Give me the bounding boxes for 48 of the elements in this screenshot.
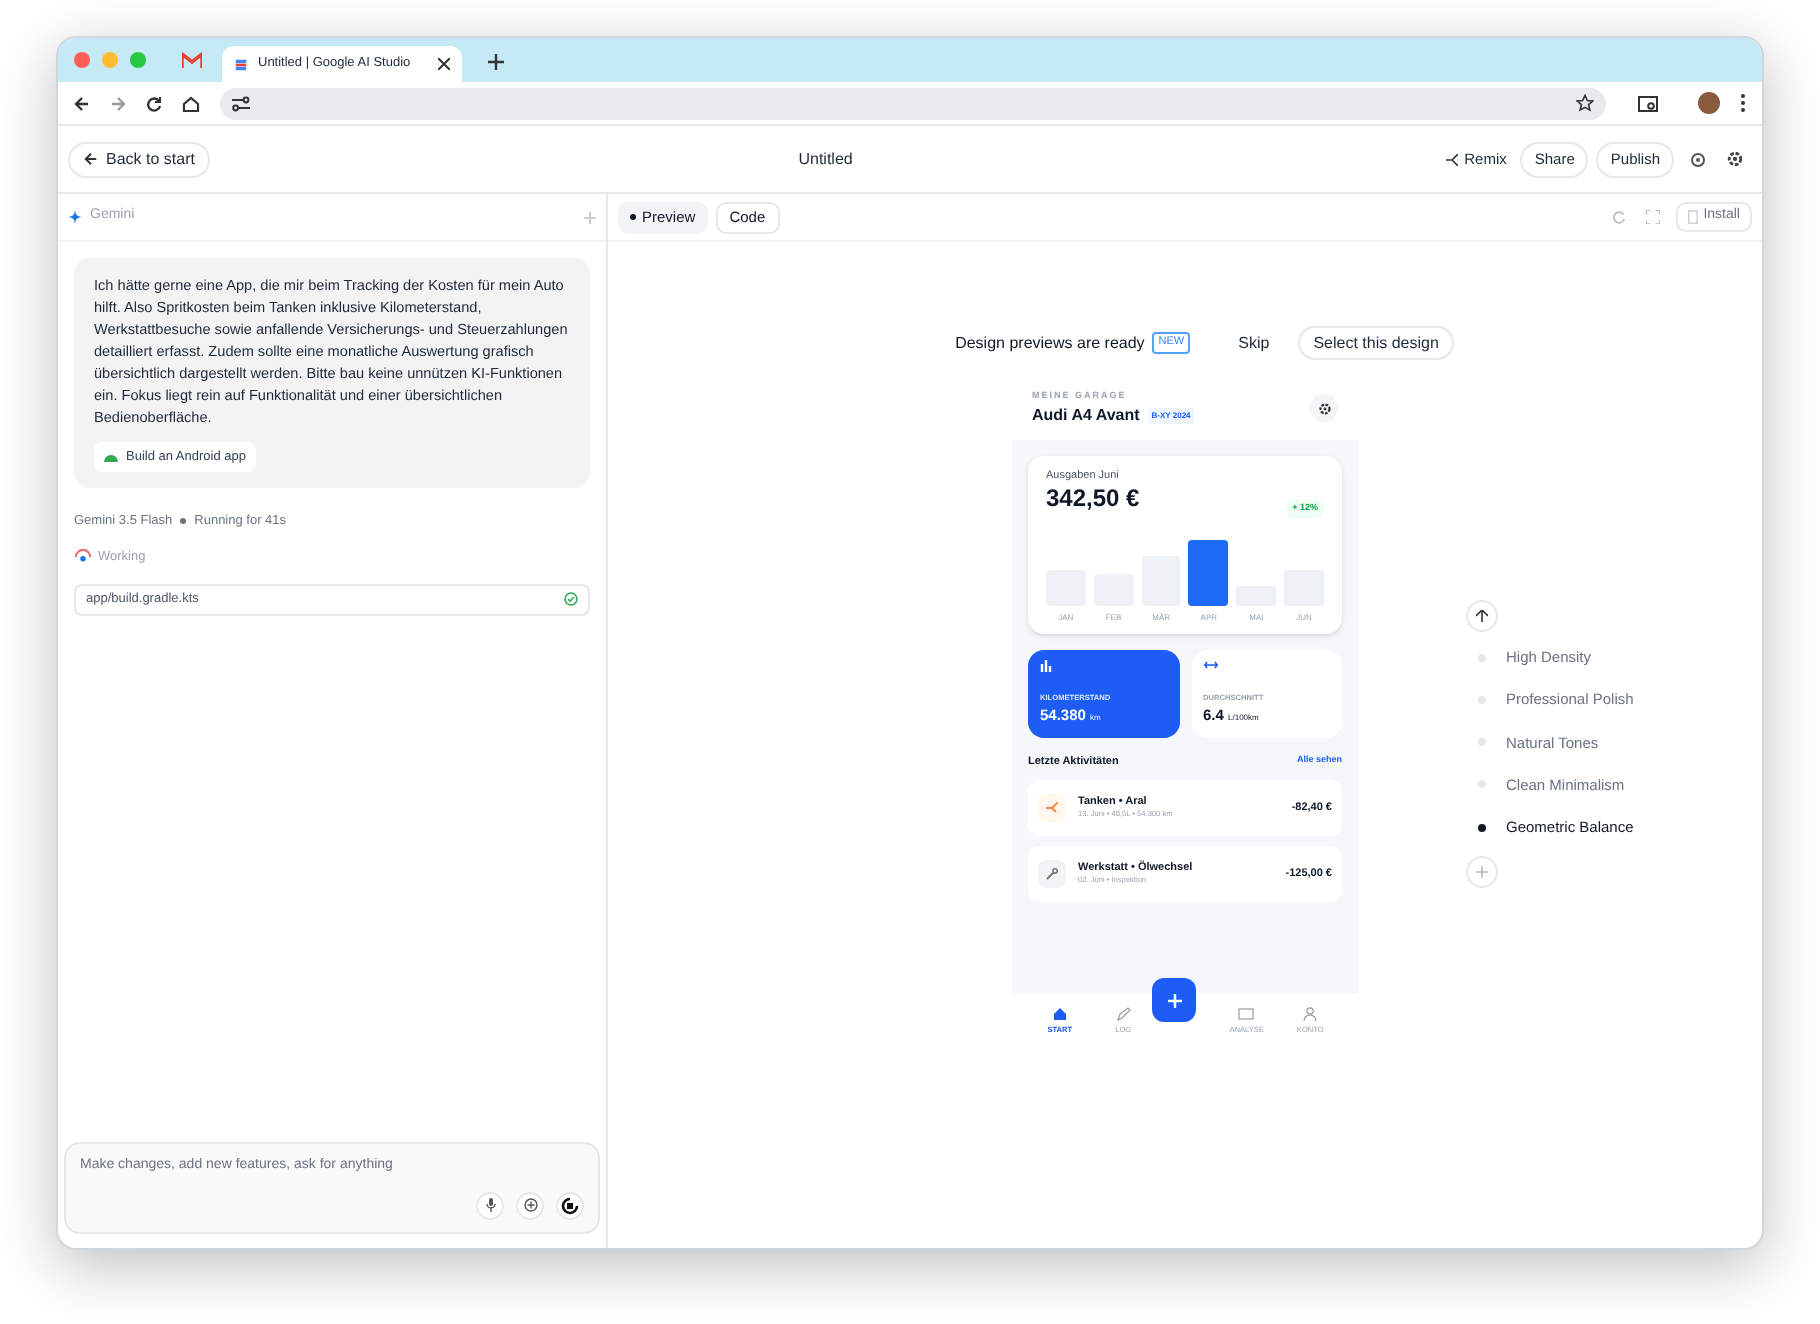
microphone-icon bbox=[485, 1198, 495, 1212]
more-vertical-icon[interactable] bbox=[1740, 94, 1746, 112]
bar-chart-icon bbox=[1040, 659, 1052, 671]
skip-button[interactable]: Skip bbox=[1230, 331, 1278, 355]
back-button[interactable]: Back to start bbox=[68, 141, 211, 177]
screen-icon bbox=[1238, 1006, 1255, 1023]
screen-icon[interactable] bbox=[1638, 95, 1658, 111]
spinner-icon bbox=[74, 548, 92, 567]
banner-text: Design previews are ready bbox=[955, 331, 1145, 355]
mail-icon[interactable] bbox=[182, 52, 202, 68]
settings-icon[interactable] bbox=[1690, 151, 1706, 167]
sparkle-icon bbox=[68, 210, 82, 224]
site-settings-icon bbox=[232, 95, 250, 111]
android-icon bbox=[104, 453, 118, 461]
check-circle-icon bbox=[564, 592, 578, 606]
studio-logo-icon bbox=[234, 57, 248, 71]
wrench-icon bbox=[1038, 859, 1066, 888]
plus-icon bbox=[1167, 993, 1181, 1007]
avatar[interactable] bbox=[1698, 92, 1720, 114]
select-design-button[interactable]: Select this design bbox=[1297, 326, 1455, 360]
add-entry-button[interactable] bbox=[1152, 978, 1196, 1022]
project-title: Untitled bbox=[798, 147, 853, 171]
close-tab-icon[interactable] bbox=[438, 58, 450, 70]
arrow-up-icon bbox=[1476, 610, 1488, 622]
forward-arrow-icon[interactable] bbox=[110, 95, 126, 111]
spending-amount: 342,50 € bbox=[1046, 484, 1140, 514]
plus-circle-icon bbox=[523, 1198, 537, 1212]
star-icon[interactable] bbox=[1576, 94, 1594, 112]
car-name: Audi A4 Avant bbox=[1032, 403, 1140, 428]
reload-icon[interactable] bbox=[146, 95, 162, 111]
settings-button[interactable] bbox=[1310, 394, 1338, 423]
back-arrow-icon bbox=[84, 152, 98, 166]
settings-icon bbox=[1317, 401, 1331, 416]
plus-icon bbox=[1476, 866, 1488, 879]
new-tab-icon[interactable] bbox=[486, 52, 506, 72]
home-icon[interactable] bbox=[182, 95, 200, 111]
stop-icon bbox=[560, 1195, 580, 1215]
person-icon bbox=[1302, 1006, 1319, 1023]
fork-icon bbox=[1446, 153, 1459, 165]
stop-button[interactable] bbox=[556, 1191, 584, 1219]
document-icon bbox=[1687, 210, 1698, 224]
scroll-up-button[interactable] bbox=[1466, 600, 1498, 632]
add-button[interactable] bbox=[516, 1191, 544, 1219]
pencil-icon bbox=[1115, 1006, 1132, 1023]
settings-icon[interactable] bbox=[1726, 150, 1744, 168]
microphone-button[interactable] bbox=[476, 1191, 504, 1219]
home-icon bbox=[1051, 1006, 1068, 1023]
back-arrow-icon[interactable] bbox=[74, 95, 90, 111]
